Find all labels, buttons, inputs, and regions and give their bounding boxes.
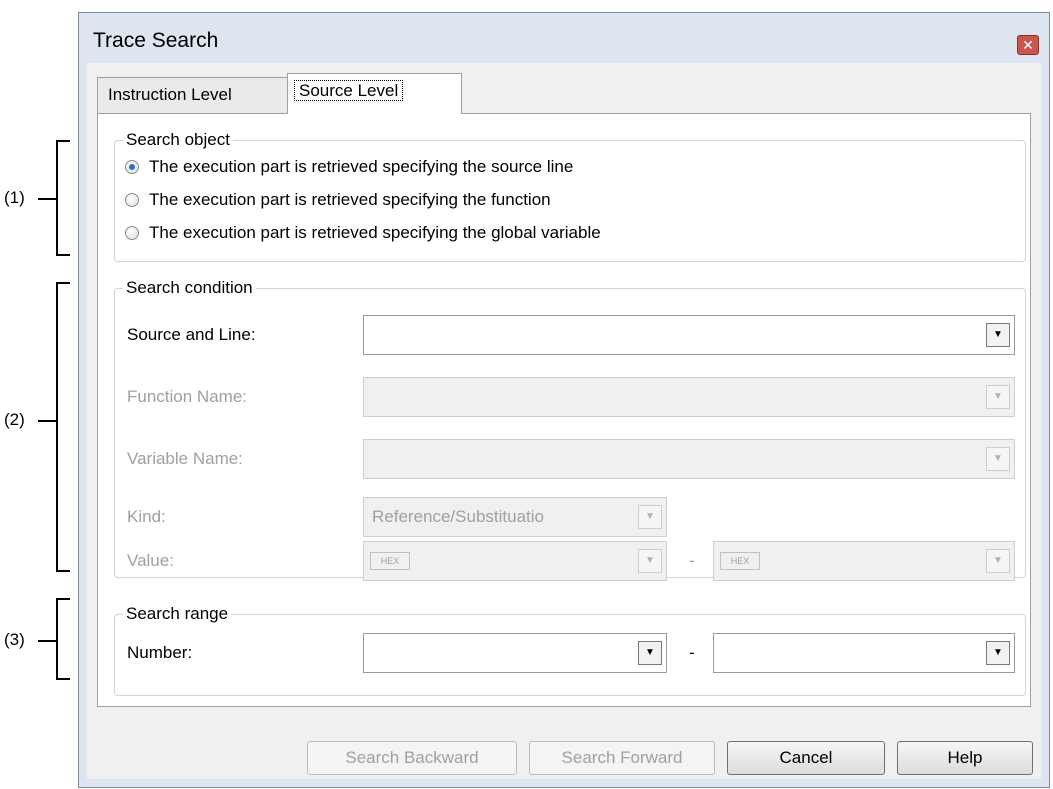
close-icon[interactable]: ✕: [1017, 35, 1039, 55]
tab-instruction-level-label: Instruction Level: [108, 85, 232, 104]
chevron-down-icon[interactable]: ▼: [986, 323, 1010, 347]
kind-label: Kind:: [127, 507, 166, 526]
radio-button-icon[interactable]: [125, 193, 139, 207]
number-to-combo[interactable]: ▼: [713, 633, 1015, 673]
tab-instruction-level[interactable]: Instruction Level: [97, 77, 289, 113]
source-and-line-combo[interactable]: ▼: [363, 315, 1015, 355]
number-label: Number:: [127, 643, 193, 662]
search-range-group: Search range Number: ▼ - ▼: [114, 604, 1026, 696]
kind-value: Reference/Substituatio: [372, 507, 544, 526]
chevron-down-icon: ▼: [638, 549, 662, 573]
trace-search-dialog: Trace Search ✕ Instruction Level Source …: [78, 12, 1050, 788]
chevron-down-icon: ▼: [986, 385, 1010, 409]
function-name-label: Function Name:: [127, 387, 247, 406]
dialog-body: Instruction Level Source Level Search ob…: [87, 63, 1041, 779]
chevron-down-icon: ▼: [638, 505, 662, 529]
chevron-down-icon[interactable]: ▼: [638, 641, 662, 665]
kind-combo: Reference/Substituatio ▼: [363, 497, 667, 537]
search-forward-button[interactable]: Search Forward: [529, 741, 715, 775]
radio-global-variable-label: The execution part is retrieved specifyi…: [149, 223, 601, 242]
hex-badge: HEX: [720, 552, 760, 570]
cancel-button[interactable]: Cancel: [727, 741, 885, 775]
value-to-combo: HEX ▼: [713, 541, 1015, 581]
source-level-panel: Search object The execution part is retr…: [97, 113, 1031, 707]
search-object-title: Search object: [123, 130, 233, 150]
value-range-separator: -: [689, 551, 695, 570]
annotation-1-label: (1): [4, 188, 25, 207]
chevron-down-icon: ▼: [986, 549, 1010, 573]
number-from-combo[interactable]: ▼: [363, 633, 667, 673]
radio-source-line-label: The execution part is retrieved specifyi…: [149, 157, 574, 176]
function-name-combo: ▼: [363, 377, 1015, 417]
help-button[interactable]: Help: [897, 741, 1033, 775]
variable-name-label: Variable Name:: [127, 449, 243, 468]
radio-function[interactable]: The execution part is retrieved specifyi…: [125, 190, 551, 210]
number-range-separator: -: [689, 643, 695, 662]
tab-source-level[interactable]: Source Level: [287, 73, 462, 114]
annotation-3-label: (3): [4, 630, 25, 649]
title-bar: Trace Search ✕: [79, 13, 1049, 63]
search-backward-button[interactable]: Search Backward: [307, 741, 517, 775]
variable-name-combo: ▼: [363, 439, 1015, 479]
radio-source-line[interactable]: The execution part is retrieved specifyi…: [125, 157, 573, 177]
chevron-down-icon: ▼: [986, 447, 1010, 471]
radio-function-label: The execution part is retrieved specifyi…: [149, 190, 551, 209]
radio-button-icon[interactable]: [125, 160, 139, 174]
search-condition-title: Search condition: [123, 278, 256, 298]
value-label: Value:: [127, 551, 174, 570]
search-object-group: Search object The execution part is retr…: [114, 130, 1026, 262]
search-condition-group: Search condition Source and Line: ▼ Func…: [114, 278, 1026, 581]
chevron-down-icon[interactable]: ▼: [986, 641, 1010, 665]
tab-source-level-label: Source Level: [294, 80, 404, 101]
radio-button-icon[interactable]: [125, 226, 139, 240]
radio-global-variable[interactable]: The execution part is retrieved specifyi…: [125, 223, 601, 243]
annotation-2-label: (2): [4, 410, 25, 429]
search-range-title: Search range: [123, 604, 232, 624]
window-title: Trace Search: [93, 29, 219, 52]
value-from-combo: HEX ▼: [363, 541, 667, 581]
hex-badge: HEX: [370, 552, 410, 570]
source-and-line-label: Source and Line:: [127, 325, 256, 344]
